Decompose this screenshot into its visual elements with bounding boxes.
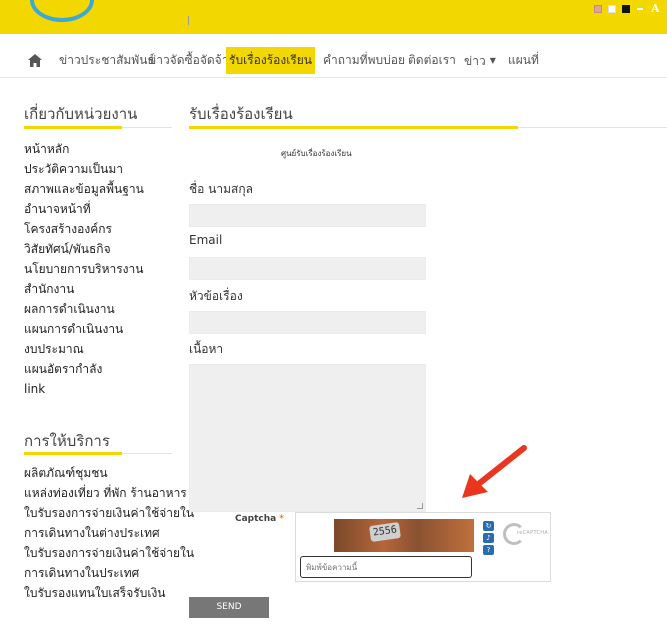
annotation-arrow-icon [462,445,527,498]
captcha-widget: 2556 ↻ ♪ ? reCAPTCHA [295,512,551,582]
content-textarea[interactable] [189,364,426,512]
sidebar-heading-services: การให้บริการ [24,432,110,450]
content-label: เนื้อหา [189,342,224,356]
captcha-input[interactable] [300,556,472,578]
page-title-divider [518,127,667,128]
sidebar-link[interactable]: ใบรับรองการจ่ายเงินค่าใช้จ่ายใน [24,503,194,523]
sidebar-divider [122,127,172,128]
top-header-bar: A [0,0,667,34]
name-field[interactable] [189,204,426,227]
nav-item-procurement[interactable]: ข่าวจัดซื้อจัดจ้าง [145,47,237,74]
nav-item-faq[interactable]: คำถามที่พบบ่อย [320,47,408,74]
theme-swatch-black[interactable] [622,5,630,13]
subject-label: หัวข้อเรื่อง [189,289,243,303]
sidebar-link[interactable]: ประวัติความเป็นมา [24,159,144,179]
captcha-help-icon[interactable]: ? [483,545,494,555]
sidebar-heading-underline [24,452,122,455]
theme-swatch-pink[interactable] [594,5,602,13]
name-label: ชื่อ นามสกุล [189,182,253,196]
sidebar-heading-underline [24,126,122,129]
send-button[interactable]: SEND [189,597,269,618]
sidebar-link[interactable]: การเดินทางในประเทศ [24,563,194,583]
sidebar-link[interactable]: link [24,379,144,399]
sidebar-link[interactable]: แผนอัตรากำลัง [24,359,144,379]
nav-item-contact[interactable]: ติดต่อเรา [405,47,459,74]
home-icon[interactable] [28,54,42,67]
captcha-image-text: 2556 [369,521,401,543]
sidebar-link[interactable]: โครงสร้างองค์กร [24,219,144,239]
required-mark: * [279,514,284,524]
text-size-decrease-icon[interactable] [637,8,643,10]
sidebar-link[interactable]: อำนาจหน้าที่ [24,199,144,219]
sidebar-link[interactable]: นโยบายการบริหารงาน [24,259,144,279]
caret-down-icon: ▼ [489,56,496,65]
main-navbar: ข่าวประชาสัมพันธ์ ข่าวจัดซื้อจัดจ้าง รับ… [0,44,667,78]
captcha-refresh-icon[interactable]: ↻ [483,521,494,531]
sidebar-link[interactable]: แหล่งท่องเที่ยว ที่พัก ร้านอาหาร [24,483,194,503]
email-label: Email [189,233,223,247]
nav-item-news-dropdown[interactable]: ข่าว ▼ [461,47,499,74]
sidebar-link[interactable]: วิสัยทัศน์/พันธกิจ [24,239,144,259]
form-caption: ศูนย์รับเรื่องร้องเรียน [281,149,352,158]
sidebar-link[interactable]: สำนักงาน [24,279,144,299]
sidebar-link[interactable]: ใบรับรองแทนใบเสร็จรับเงิน [24,583,194,603]
sidebar-divider [122,453,172,454]
sidebar-link[interactable]: การเดินทางในต่างประเทศ [24,523,194,543]
theme-swatch-white[interactable] [608,5,616,13]
resize-handle-icon[interactable] [417,503,423,509]
sidebar-link[interactable]: ผลการดำเนินงาน [24,299,144,319]
sidebar-heading-about: เกี่ยวกับหน่วยงาน [24,105,138,123]
logo-divider [188,16,189,25]
sidebar-link[interactable]: งบประมาณ [24,339,144,359]
captcha-label-text: Captcha [235,514,277,524]
nav-item-complaints[interactable]: รับเรื่องร้องเรียน [226,47,315,74]
sidebar-link[interactable]: แผนการดำเนินงาน [24,319,144,339]
sidebar-services-list: ผลิตภัณฑ์ชุมชน แหล่งท่องเที่ยว ที่พัก ร้… [24,463,194,603]
site-logo[interactable] [30,0,94,22]
subject-field[interactable] [189,311,426,334]
sidebar-about-list: หน้าหลัก ประวัติความเป็นมา สภาพและข้อมูล… [24,139,144,399]
sidebar-link[interactable]: ผลิตภัณฑ์ชุมชน [24,463,194,483]
sidebar-link[interactable]: ใบรับรองการจ่ายเงินค่าใช้จ่ายใน [24,543,194,563]
nav-item-news[interactable]: ข่าวประชาสัมพันธ์ [56,47,158,74]
text-size-increase-button[interactable]: A [651,2,660,15]
email-field[interactable] [189,257,426,280]
captcha-label: Captcha * [235,514,284,524]
captcha-audio-icon[interactable]: ♪ [483,533,494,543]
sidebar-link[interactable]: หน้าหลัก [24,139,144,159]
captcha-image: 2556 [334,519,474,552]
page-title: รับเรื่องร้องเรียน [189,105,293,123]
recaptcha-logo-text: reCAPTCHA [517,530,549,536]
nav-item-map[interactable]: แผนที่ [505,47,542,74]
page-title-underline [189,126,518,129]
sidebar-link[interactable]: สภาพและข้อมูลพื้นฐาน [24,179,144,199]
